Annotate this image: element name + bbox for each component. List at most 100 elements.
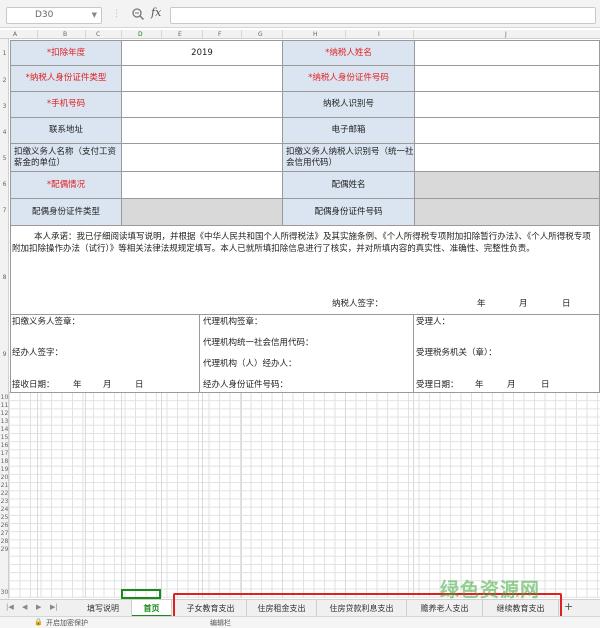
receive-year: 年 [73, 380, 82, 390]
row-header-6[interactable]: 6 [0, 181, 9, 188]
column-header-c[interactable]: C [96, 30, 100, 39]
handler-id-label: 经办人身份证件号码： [203, 380, 289, 390]
status-edit-bar: 编辑栏 [210, 619, 231, 627]
signature-day: 日 [562, 299, 571, 309]
taxpayer-id-field[interactable] [414, 91, 600, 118]
spouse-id-type-label: 配偶身份证件类型 [10, 198, 122, 226]
encryption-status[interactable]: 开启加密保护 [46, 618, 88, 628]
column-header-i[interactable]: I [378, 30, 380, 39]
row-header-3[interactable]: 3 [0, 103, 9, 110]
chevron-down-icon[interactable]: ▼ [92, 8, 97, 23]
first-sheet-icon[interactable]: |◀ [6, 603, 14, 611]
address-field[interactable] [121, 117, 283, 144]
deduction-year-value: 2019 [191, 47, 213, 58]
agent-seal-label: 代理机构签章： [203, 317, 263, 327]
row-header-17[interactable]: 17 [0, 450, 9, 457]
row-header-15[interactable]: 15 [0, 434, 9, 441]
row-header-1[interactable]: 1 [0, 50, 9, 57]
column-header-f[interactable]: F [218, 30, 221, 39]
row-header-27[interactable]: 27 [0, 530, 9, 537]
withholder-id-label: 扣缴义务人纳税人识别号（统一社会信用代码） [282, 143, 415, 172]
row-header-28[interactable]: 28 [0, 538, 9, 545]
row-header-10[interactable]: 10 [0, 394, 9, 401]
column-header-b[interactable]: B [63, 30, 67, 39]
spouse-name-field[interactable] [414, 171, 600, 199]
prev-sheet-icon[interactable]: ◀ [22, 603, 27, 611]
deduction-year-field[interactable]: 2019 [121, 40, 283, 66]
receive-date-label: 接收日期： [12, 380, 55, 390]
last-sheet-icon[interactable]: ▶| [50, 603, 58, 611]
row-header-23[interactable]: 23 [0, 498, 9, 505]
column-header-e[interactable]: E [178, 30, 182, 39]
watermark-logo: 绿色资源网 [440, 579, 541, 601]
row-header-21[interactable]: 21 [0, 482, 9, 489]
taxpayer-signature-label: 纳税人签字： [332, 299, 384, 309]
email-label: 电子邮箱 [282, 117, 415, 144]
agent-handler-label: 代理机构（人）经办人： [203, 359, 297, 369]
phone-label: *手机号码 [10, 91, 122, 118]
row-header-13[interactable]: 13 [0, 418, 9, 425]
column-header-a[interactable]: A [13, 30, 17, 39]
column-header-g[interactable]: G [258, 30, 263, 39]
grid-column-lines [9, 392, 600, 598]
row-header-2[interactable]: 2 [0, 77, 9, 84]
address-label: 联系地址 [10, 117, 122, 144]
row-header-8[interactable]: 8 [0, 274, 9, 281]
row-header-19[interactable]: 19 [0, 466, 9, 473]
fx-icon[interactable]: fx [151, 6, 161, 19]
accept-date-label: 受理日期： [416, 380, 459, 390]
spouse-id-number-label: 配偶身份证件号码 [282, 198, 415, 226]
row-header-5[interactable]: 5 [0, 155, 9, 162]
taxpayer-id-label: 纳税人识别号 [282, 91, 415, 118]
id-number-field[interactable] [414, 65, 600, 92]
row-header-29[interactable]: 29 [0, 546, 9, 553]
email-field[interactable] [414, 117, 600, 144]
row-header-22[interactable]: 22 [0, 490, 9, 497]
agent-credit-code-label: 代理机构统一社会信用代码： [203, 338, 314, 348]
withholder-name-field[interactable] [121, 143, 283, 172]
row-header-14[interactable]: 14 [0, 426, 9, 433]
withholder-name-label: 扣缴义务人名称（支付工资薪金的单位） [10, 143, 122, 172]
accept-year: 年 [475, 380, 484, 390]
row-header: 1 2 3 4 5 6 7 8 9 10 11 12 13 14 15 16 1… [0, 39, 9, 599]
next-sheet-icon[interactable]: ▶ [36, 603, 41, 611]
spouse-id-number-field[interactable] [414, 198, 600, 226]
tab-home[interactable]: 首页 [132, 600, 172, 617]
row-header-16[interactable]: 16 [0, 442, 9, 449]
column-header: A B C D E F G H I J [0, 30, 600, 39]
tax-office-label: 受理税务机关（章）： [416, 348, 497, 358]
row-header-12[interactable]: 12 [0, 410, 9, 417]
handler-signature-label: 经办人签字： [12, 348, 64, 358]
row-header-7[interactable]: 7 [0, 207, 9, 214]
spouse-name-label: 配偶姓名 [282, 171, 415, 199]
signature-year: 年 [477, 299, 486, 309]
row-header-25[interactable]: 25 [0, 514, 9, 521]
column-header-j[interactable]: J [505, 30, 507, 39]
phone-field[interactable] [121, 91, 283, 118]
formula-input[interactable] [170, 7, 596, 24]
selected-cell-d30[interactable] [121, 589, 161, 599]
row-header-30[interactable]: 30 [0, 589, 9, 596]
promise-text: 本人承诺：我已仔细阅读填写说明，并根据《中华人民共和国个人所得税法》及其实施条例… [12, 232, 591, 254]
column-header-h[interactable]: H [313, 30, 318, 39]
row-header-24[interactable]: 24 [0, 506, 9, 513]
column-header-d[interactable]: D [138, 30, 143, 39]
withholder-id-field[interactable] [414, 143, 600, 172]
lock-icon[interactable]: 🔒 [34, 618, 43, 626]
taxpayer-name-field[interactable] [414, 40, 600, 66]
spouse-status-field[interactable] [121, 171, 283, 199]
id-number-label: *纳税人身份证件号码 [282, 65, 415, 92]
row-header-18[interactable]: 18 [0, 458, 9, 465]
spouse-id-type-field[interactable] [121, 198, 283, 226]
add-sheet-icon[interactable]: + [564, 600, 573, 613]
row-header-20[interactable]: 20 [0, 474, 9, 481]
row-header-9[interactable]: 9 [0, 351, 9, 358]
id-type-field[interactable] [121, 65, 283, 92]
row-header-11[interactable]: 11 [0, 402, 9, 409]
tab-instructions[interactable]: 填写说明 [75, 600, 132, 617]
row-header-4[interactable]: 4 [0, 129, 9, 136]
zoom-icon[interactable] [131, 7, 145, 21]
name-box[interactable]: D30 ▼ [6, 7, 102, 24]
declaration-form: *扣除年度 2019 *纳税人姓名 *纳税人身份证件类型 *纳税人身份证件号码 … [9, 39, 600, 393]
row-header-26[interactable]: 26 [0, 522, 9, 529]
